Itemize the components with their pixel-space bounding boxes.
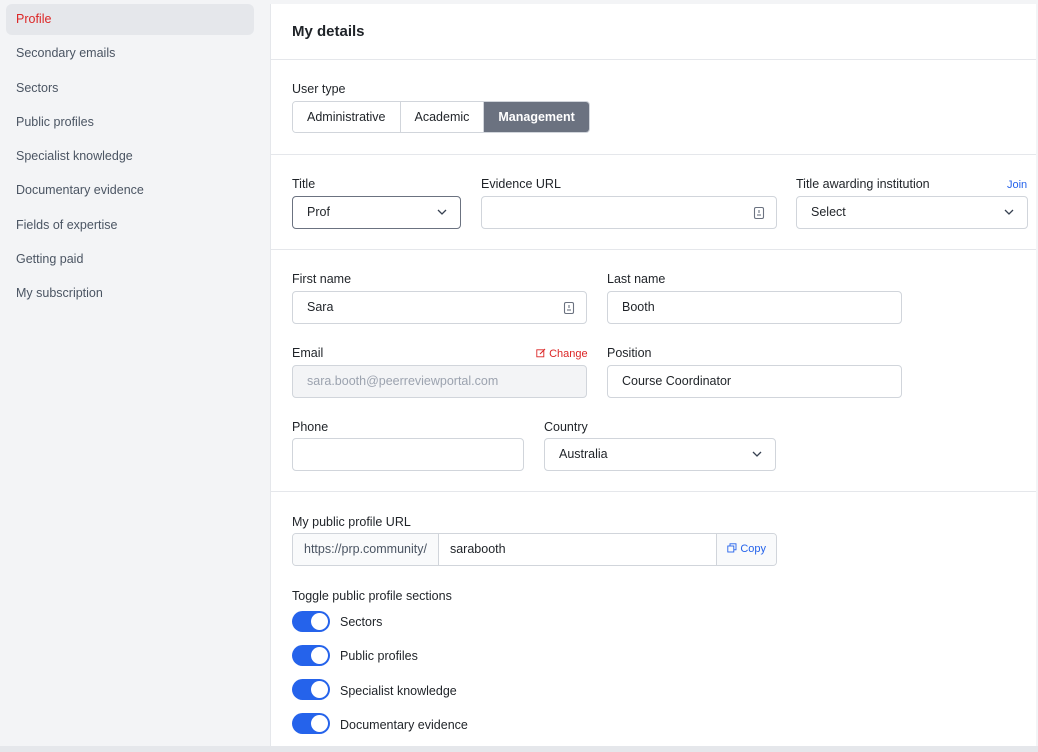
main-panel: My details User type Administrative Acad…: [270, 4, 1036, 748]
toggle-public-profiles[interactable]: [292, 645, 330, 666]
institution-select[interactable]: Select: [796, 196, 1028, 229]
sidebar-item-sectors[interactable]: Sectors: [6, 73, 254, 104]
toggle-documentary-evidence[interactable]: [292, 713, 330, 734]
toggle-public-profiles-label: Public profiles: [340, 649, 418, 663]
chevron-down-icon: [752, 451, 762, 457]
institution-label: Title awarding institution: [796, 177, 930, 191]
title-select[interactable]: Prof: [292, 196, 461, 229]
position-value: Course Coordinator: [622, 374, 732, 388]
change-email-label: Change: [549, 348, 588, 360]
evidence-url-label: Evidence URL: [481, 177, 561, 191]
profile-url-group: https://prp.community/ sarabooth Copy: [292, 533, 777, 566]
institution-select-value: Select: [811, 205, 846, 219]
toggle-documentary-evidence-label: Documentary evidence: [340, 718, 468, 732]
profile-url-prefix: https://prp.community/: [293, 534, 439, 565]
autofill-icon: [753, 206, 765, 220]
autofill-icon: [563, 301, 575, 315]
user-type-management[interactable]: Management: [484, 102, 589, 132]
sidebar-item-profile[interactable]: Profile: [6, 4, 254, 35]
sidebar-item-specialist-knowledge[interactable]: Specialist knowledge: [6, 141, 254, 172]
position-input[interactable]: Course Coordinator: [607, 365, 902, 398]
copy-button[interactable]: Copy: [716, 534, 776, 565]
country-select-value: Australia: [559, 447, 608, 461]
country-label: Country: [544, 420, 588, 434]
divider: [271, 491, 1036, 492]
toggle-sectors-label: Sectors: [340, 615, 383, 629]
phone-input[interactable]: [292, 438, 524, 471]
last-name-label: Last name: [607, 272, 666, 286]
toggle-sectors[interactable]: [292, 611, 330, 632]
title-select-value: Prof: [307, 205, 330, 219]
divider: [271, 249, 1036, 250]
last-name-value: Booth: [622, 300, 655, 314]
position-label: Position: [607, 346, 652, 360]
change-email-link[interactable]: Change: [536, 348, 588, 360]
user-type-label: User type: [292, 82, 346, 96]
email-input: sara.booth@peerreviewportal.com: [292, 365, 587, 398]
title-label: Title: [292, 177, 316, 191]
sidebar-item-my-subscription[interactable]: My subscription: [6, 278, 254, 309]
chevron-down-icon: [1004, 209, 1014, 215]
last-name-input[interactable]: Booth: [607, 291, 902, 324]
bottom-scrollbar-track: [0, 746, 1038, 752]
first-name-input[interactable]: Sara: [292, 291, 587, 324]
toggle-specialist-knowledge[interactable]: [292, 679, 330, 700]
sidebar: Profile Secondary emails Sectors Public …: [0, 0, 262, 752]
email-value: sara.booth@peerreviewportal.com: [307, 374, 499, 388]
sidebar-item-public-profiles[interactable]: Public profiles: [6, 107, 254, 138]
phone-label: Phone: [292, 420, 329, 434]
evidence-url-input[interactable]: [481, 196, 777, 229]
user-type-segmented-control: Administrative Academic Management: [292, 101, 590, 133]
profile-url-input[interactable]: sarabooth: [439, 534, 716, 565]
copy-label: Copy: [740, 543, 766, 555]
profile-url-label: My public profile URL: [292, 515, 411, 529]
country-select[interactable]: Australia: [544, 438, 776, 471]
sidebar-item-secondary-emails[interactable]: Secondary emails: [6, 38, 254, 69]
page-title: My details: [292, 23, 365, 40]
join-link[interactable]: Join: [1007, 179, 1027, 191]
sidebar-item-documentary-evidence[interactable]: Documentary evidence: [6, 175, 254, 206]
chevron-down-icon: [437, 209, 447, 215]
first-name-label: First name: [292, 272, 352, 286]
edit-icon: [536, 348, 546, 358]
header-section: My details: [271, 4, 1036, 60]
user-type-academic[interactable]: Academic: [400, 102, 485, 132]
divider: [271, 154, 1036, 155]
sidebar-item-fields-of-expertise[interactable]: Fields of expertise: [6, 210, 254, 241]
toggles-label: Toggle public profile sections: [292, 589, 452, 603]
first-name-value: Sara: [307, 300, 334, 314]
sidebar-item-getting-paid[interactable]: Getting paid: [6, 244, 254, 275]
email-label: Email: [292, 346, 324, 360]
toggle-specialist-knowledge-label: Specialist knowledge: [340, 684, 457, 698]
copy-icon: [727, 543, 737, 553]
user-type-administrative[interactable]: Administrative: [293, 102, 401, 132]
